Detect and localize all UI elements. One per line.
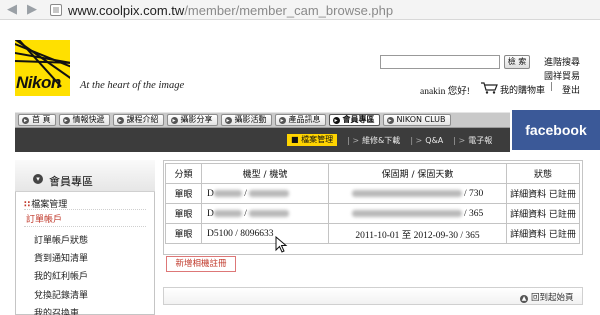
nav-tab-label: 首 頁	[32, 115, 51, 124]
sidebar-item-order-status[interactable]: 訂單帳戶狀態	[34, 233, 88, 246]
main-nav: ▸ 首 頁 ▸ 情報快遞 ▸ 課程介紹 ▸ 攝影分享 ▸ 攝影活動 ▸ 產品訊息 ▸ 會員專區…	[15, 112, 510, 128]
nav-tab-label: 情報快遞	[72, 115, 105, 124]
back-arrow-icon[interactable]: ◀	[4, 2, 20, 18]
table-header-row: 分類 機型 / 機號 保固期 / 保固天數 狀態	[165, 163, 580, 184]
table-row: 單眼 D / / 730 詳細資料 已註冊	[165, 183, 580, 204]
warranty-days: / 365	[464, 208, 484, 219]
sidebar-item-exchange-cart[interactable]: 我的召換車	[34, 306, 79, 315]
column-header-warranty: 保固期 / 保固天數	[328, 163, 507, 184]
nav-tab-label: 攝影分享	[180, 115, 213, 124]
column-header-status: 狀態	[506, 163, 580, 184]
cell-model: D /	[201, 203, 329, 224]
arrow-up-icon: ▲	[520, 295, 528, 303]
subnav-newsletter[interactable]: | > 電子報	[453, 135, 492, 146]
model-prefix: D	[207, 188, 214, 199]
subnav-label: 維修&下載	[362, 135, 401, 145]
subnav-label: 電子報	[468, 135, 493, 145]
subnav-repair-download[interactable]: | > 維修&下載	[347, 135, 400, 146]
url-text[interactable]: www.coolpix.com.tw/member/member_cam_bro…	[68, 3, 393, 18]
nav-tab-photo-events[interactable]: ▸ 攝影活動	[220, 114, 272, 126]
nikon-logo[interactable]: Nikon	[15, 40, 70, 96]
table-row: 單眼 D5100 / 8096633 2011-10-01 至 2012-09-…	[165, 223, 580, 244]
subnav-file-management[interactable]: ■ 檔案管理	[287, 134, 338, 146]
chevron-right-icon: ▸	[386, 116, 394, 124]
nav-tab-members[interactable]: ▸ 會員專區	[328, 114, 380, 126]
logout-link[interactable]: 登出	[562, 83, 580, 96]
sidebar-item-bonus-account[interactable]: 我的紅利帳戶	[34, 269, 88, 282]
sidebar-item-redeem-records[interactable]: 兌換記錄清單	[34, 288, 88, 301]
nav-tab-nikon-club[interactable]: ▸ NIKON CLUB	[382, 114, 451, 126]
sub-nav: ■ 檔案管理 | > 維修&下載 | > Q&A | > 電子報	[15, 128, 510, 152]
chevron-right-icon: ▸	[278, 116, 286, 124]
nav-tab-label: 課程介紹	[126, 115, 159, 124]
subnav-qa[interactable]: | > Q&A	[410, 136, 443, 145]
url-host: www.coolpix.com.tw	[68, 3, 185, 18]
back-to-top-label: 回到起始頁	[531, 293, 574, 303]
chevron-right-icon: ▸	[170, 116, 178, 124]
divider	[24, 209, 146, 210]
sidebar-item-arrival-notice[interactable]: 貨到通知清單	[34, 251, 88, 264]
tagline: At the heart of the image	[80, 80, 185, 91]
nav-tab-label: 攝影活動	[234, 115, 267, 124]
redacted-serial	[213, 209, 242, 217]
camera-registration-table: 分類 機型 / 機號 保固期 / 保固天數 狀態 單眼 D / / 730 詳細…	[165, 163, 580, 244]
nav-tab-news[interactable]: ▸ 情報快遞	[58, 114, 110, 126]
mouse-cursor-icon	[275, 236, 288, 253]
chevron-right-icon: ▸	[224, 116, 232, 124]
international-trade-link[interactable]: 國祥貿易	[544, 69, 580, 82]
chevron-right-icon: ▸	[62, 116, 70, 124]
subnav-active-label: 檔案管理	[301, 135, 334, 144]
table-row: 單眼 D / / 365 詳細資料 已註冊	[165, 203, 580, 224]
redacted-serial	[249, 189, 290, 197]
nav-tab-home[interactable]: ▸ 首 頁	[18, 114, 56, 126]
chevron-right-icon: ▸	[116, 116, 124, 124]
my-cart-link[interactable]: 我的購物車	[500, 83, 545, 96]
search-button[interactable]: 檢 索	[504, 55, 530, 69]
cell-status[interactable]: 詳細資料 已註冊	[506, 203, 580, 224]
cell-category: 單眼	[165, 203, 202, 224]
cell-category: 單眼	[165, 183, 202, 204]
nav-tab-courses[interactable]: ▸ 課程介紹	[112, 114, 164, 126]
nav-tab-photo-share[interactable]: ▸ 攝影分享	[166, 114, 218, 126]
nav-tab-label: 產品訊息	[288, 115, 321, 124]
column-header-category: 分類	[165, 163, 202, 184]
redacted-serial	[249, 209, 290, 217]
search-input[interactable]	[380, 55, 500, 69]
header-separator: |	[550, 82, 554, 92]
subnav-label: Q&A	[425, 135, 444, 145]
facebook-banner[interactable]: facebook	[512, 110, 600, 150]
model-prefix: D	[207, 208, 214, 219]
cart-icon[interactable]	[480, 82, 498, 94]
divider	[24, 226, 146, 227]
cell-status[interactable]: 詳細資料 已註冊	[506, 223, 580, 244]
logo-text: Nikon	[16, 73, 61, 92]
sidebar-item-order-account[interactable]: 訂單帳戶	[26, 212, 62, 225]
cell-model: D /	[201, 183, 329, 204]
column-header-model: 機型 / 機號	[201, 163, 329, 184]
cell-status[interactable]: 詳細資料 已註冊	[506, 183, 580, 204]
nav-tab-label: 會員專區	[342, 115, 375, 124]
user-greeting: anakin 您好!	[420, 87, 470, 97]
cell-warranty: 2011-10-01 至 2012-09-30 / 365	[328, 223, 507, 244]
nav-tab-label: NIKON CLUB	[396, 115, 446, 124]
sidebar-title: 會員專區	[49, 175, 93, 188]
cell-model: D5100 / 8096633	[201, 223, 329, 244]
cell-category: 單眼	[165, 223, 202, 244]
cell-warranty: / 730	[328, 183, 507, 204]
cell-warranty: / 365	[328, 203, 507, 224]
redacted-dates	[351, 209, 462, 217]
advanced-search-link[interactable]: 進階搜尋	[544, 55, 580, 68]
back-to-top-link[interactable]: ▲ 回到起始頁	[520, 291, 574, 303]
forward-arrow-icon[interactable]: ▶	[24, 2, 40, 18]
chevron-right-icon: ▸	[22, 116, 29, 124]
chevron-down-icon: ▾	[33, 174, 43, 184]
warranty-days: / 730	[464, 188, 484, 199]
redacted-dates	[351, 189, 462, 197]
add-camera-registration-button[interactable]: 新增相機註冊	[166, 256, 236, 272]
nav-tab-products[interactable]: ▸ 產品訊息	[274, 114, 326, 126]
redacted-serial	[213, 189, 242, 197]
chevron-right-icon: ▸	[332, 116, 340, 124]
url-path: /member/member_cam_browse.php	[184, 3, 394, 18]
page-icon	[50, 4, 62, 16]
